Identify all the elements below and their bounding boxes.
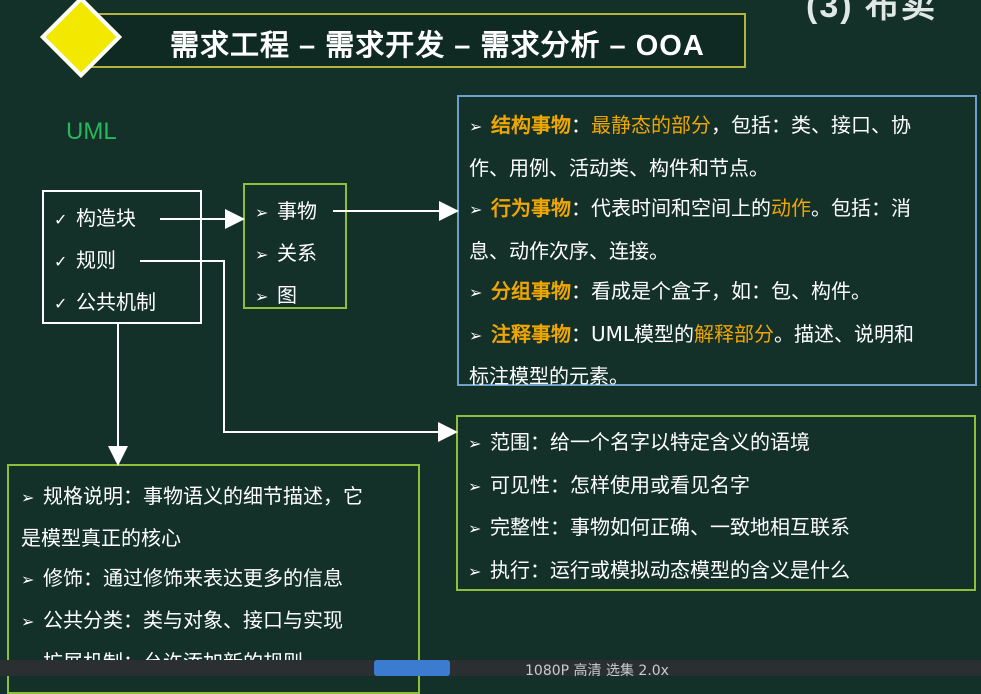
arrow-to-rules-detail: [140, 260, 458, 442]
connector-arrows: [108, 201, 459, 466]
player-status: 1080P 高清 选集 2.0x: [525, 663, 669, 679]
player-button[interactable]: [374, 660, 450, 676]
video-player-bar: [0, 660, 981, 676]
